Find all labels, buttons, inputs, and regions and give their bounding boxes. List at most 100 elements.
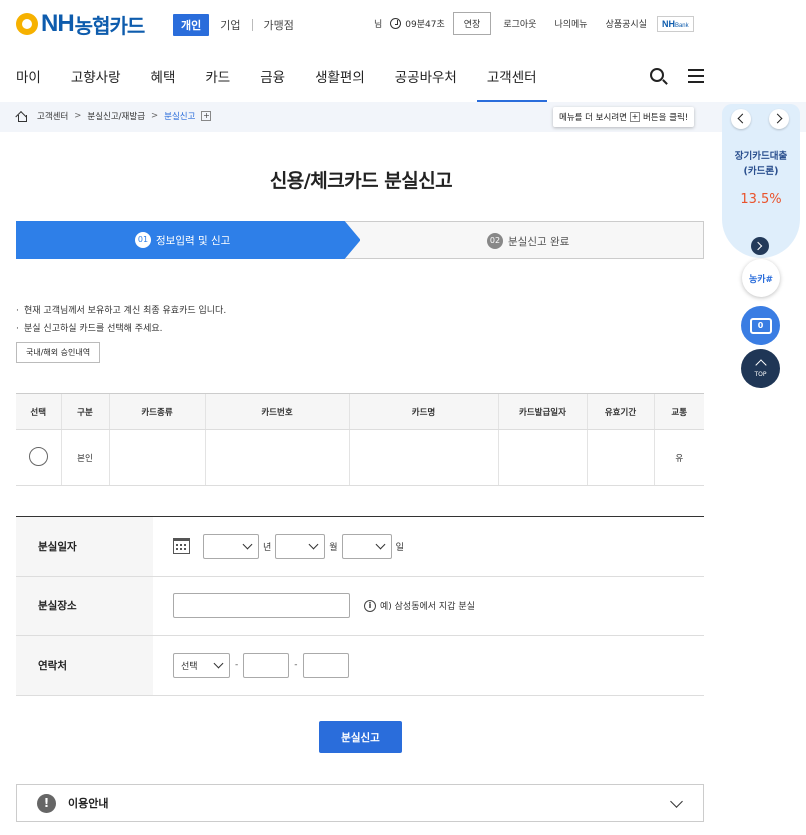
segment-merchant[interactable]: 가맹점	[253, 17, 305, 33]
notice-list: 현재 고객님께서 보유하고 계신 최종 유효카드 입니다. 분실 신고하실 카드…	[16, 302, 226, 338]
chevron-right-icon[interactable]	[769, 109, 789, 129]
year-unit: 년	[263, 542, 272, 553]
main-nav: 마이 고향사랑 혜택 카드 금융 생활편의 공공바우처 고객센터	[16, 66, 567, 103]
logo[interactable]: NH 농협카드	[16, 10, 146, 38]
segment-personal[interactable]: 개인	[173, 14, 210, 36]
extend-session-button[interactable]: 연장	[452, 12, 492, 35]
page-title: 신용/체크카드 분실신고	[269, 170, 453, 192]
search-icon[interactable]	[650, 68, 664, 82]
cell-transit: 유	[653, 429, 704, 486]
menu-hint-tooltip: 메뉴를 더 보시려면 + 버튼을 클릭!	[553, 107, 695, 127]
top-label: TOP	[754, 371, 767, 378]
phone-prefix-select[interactable]: 선택	[173, 652, 230, 678]
usage-guide-label: 이용안내	[68, 797, 109, 810]
nav-lifestyle[interactable]: 생활편의	[315, 66, 365, 102]
form-row-date: 분실일자 년 월 일	[16, 517, 704, 577]
cell-card-name	[348, 429, 498, 486]
nav-public-voucher[interactable]: 공공바우처	[395, 66, 457, 102]
logo-text: 농협카드	[74, 13, 146, 38]
hint-before: 메뉴를 더 보시려면	[559, 113, 627, 123]
chevron-down-icon	[242, 539, 253, 550]
card-table: 선택 구분 카드종류 카드번호 카드명 카드발급일자 유효기간 교통 본인 유	[16, 393, 704, 486]
approval-history-button[interactable]: 국내/해외 승인내역	[16, 342, 101, 363]
notice-item: 분실 신고하실 카드를 선택해 주세요.	[16, 320, 226, 338]
th-card-number: 카드번호	[204, 393, 349, 430]
calendar-icon[interactable]	[173, 538, 190, 555]
nav-finance[interactable]: 금융	[260, 66, 285, 102]
th-transit: 교통	[653, 393, 704, 430]
product-notice-link[interactable]: 상품공시실	[606, 17, 647, 30]
submit-loss-report-button[interactable]: 분실신고	[319, 721, 402, 753]
cell-card-number	[204, 429, 349, 486]
next-arrow-icon[interactable]	[751, 237, 769, 255]
th-card-kind: 카드종류	[108, 393, 205, 430]
wallet-icon: 0	[749, 317, 772, 334]
util-bar: 님 09분47초 연장 로그아웃 나의메뉴 상품공시실 NHBank	[374, 12, 694, 35]
my-menu-link[interactable]: 나의메뉴	[554, 17, 587, 30]
menu-icon[interactable]	[688, 69, 704, 83]
th-select: 선택	[16, 393, 61, 430]
cell-select	[16, 429, 61, 486]
step-1: 01 정보입력 및 신고	[135, 232, 230, 248]
chevron-down-icon	[308, 539, 319, 550]
table-row: 본인 유	[16, 429, 704, 486]
nh-bank-small: Bank	[674, 22, 689, 29]
chevron-down-icon	[213, 658, 224, 669]
step-1-number: 01	[135, 232, 151, 248]
table-header-row: 선택 구분 카드종류 카드번호 카드명 카드발급일자 유효기간 교통	[16, 393, 704, 430]
cell-expiry	[586, 429, 654, 486]
phone-middle-input[interactable]	[243, 652, 290, 678]
logo-nh: NH	[41, 10, 75, 37]
hint-after: 버튼을 클릭!	[642, 113, 689, 123]
logout-link[interactable]: 로그아웃	[503, 17, 536, 30]
nav-card[interactable]: 카드	[205, 66, 230, 102]
th-issue-date: 카드발급일자	[497, 393, 587, 430]
loan-promo-panel[interactable]	[722, 104, 800, 258]
year-select[interactable]	[203, 533, 259, 559]
exclamation-icon: !	[37, 793, 56, 813]
phone-last-input[interactable]	[302, 652, 349, 678]
nav-customer-center[interactable]: 고객센터	[476, 66, 547, 102]
loan-promo-title-2: (카드론)	[743, 166, 779, 177]
nav-my[interactable]: 마이	[16, 66, 41, 102]
nav-benefits[interactable]: 혜택	[151, 66, 176, 102]
loss-place-hint: 예) 삼성동에서 지갑 분실	[380, 602, 475, 613]
user-name-suffix: 님	[374, 20, 383, 30]
th-card-name: 카드명	[348, 393, 498, 430]
contact-label: 연락처	[16, 636, 153, 695]
wallet-button[interactable]: 0	[741, 306, 780, 345]
cell-issue-date	[497, 429, 587, 486]
loan-promo-title: 장기카드대출 (카드론)	[722, 149, 800, 179]
breadcrumb-current: 분실신고	[164, 112, 196, 122]
breadcrumb: 고객센터 > 분실신고/재발급 > 분실신고 +	[16, 110, 212, 122]
th-type: 구분	[60, 393, 109, 430]
session-timer: 09분47초	[405, 20, 445, 30]
month-select[interactable]	[275, 533, 326, 559]
step-2: 02 분실신고 완료	[487, 233, 569, 249]
nav-hometown-love[interactable]: 고향사랑	[71, 66, 121, 102]
usage-guide-accordion[interactable]: ! 이용안내	[16, 784, 704, 822]
nongcard-shortcut-button[interactable]: 농카#	[742, 259, 780, 297]
day-select[interactable]	[341, 533, 392, 559]
nh-bank-link[interactable]: NHBank	[656, 15, 694, 32]
phone-dash: -	[294, 660, 298, 671]
hint-plus-icon: +	[629, 112, 640, 122]
breadcrumb-plus-button[interactable]: +	[201, 111, 212, 121]
cell-type: 본인	[60, 429, 109, 486]
top-button[interactable]: TOP	[741, 349, 780, 388]
info-icon: i	[364, 599, 376, 612]
form-row-contact: 연락처 선택 - -	[16, 636, 704, 696]
home-icon[interactable]	[16, 111, 27, 122]
nh-bank-label: NH	[661, 18, 675, 29]
chevron-left-icon[interactable]	[731, 109, 751, 129]
card-select-radio[interactable]	[28, 446, 48, 466]
step-2-number: 02	[487, 233, 503, 249]
breadcrumb-loss-reissue[interactable]: 분실신고/재발급	[87, 110, 145, 122]
loan-promo-title-1: 장기카드대출	[734, 151, 788, 162]
segment-corporate[interactable]: 기업	[209, 17, 251, 33]
notice-item: 현재 고객님께서 보유하고 계신 최종 유효카드 입니다.	[16, 302, 226, 320]
loss-place-label: 분실장소	[16, 576, 153, 635]
breadcrumb-customer-center[interactable]: 고객센터	[37, 110, 68, 122]
loss-place-input[interactable]	[173, 593, 350, 619]
logo-mark-icon	[16, 13, 38, 35]
